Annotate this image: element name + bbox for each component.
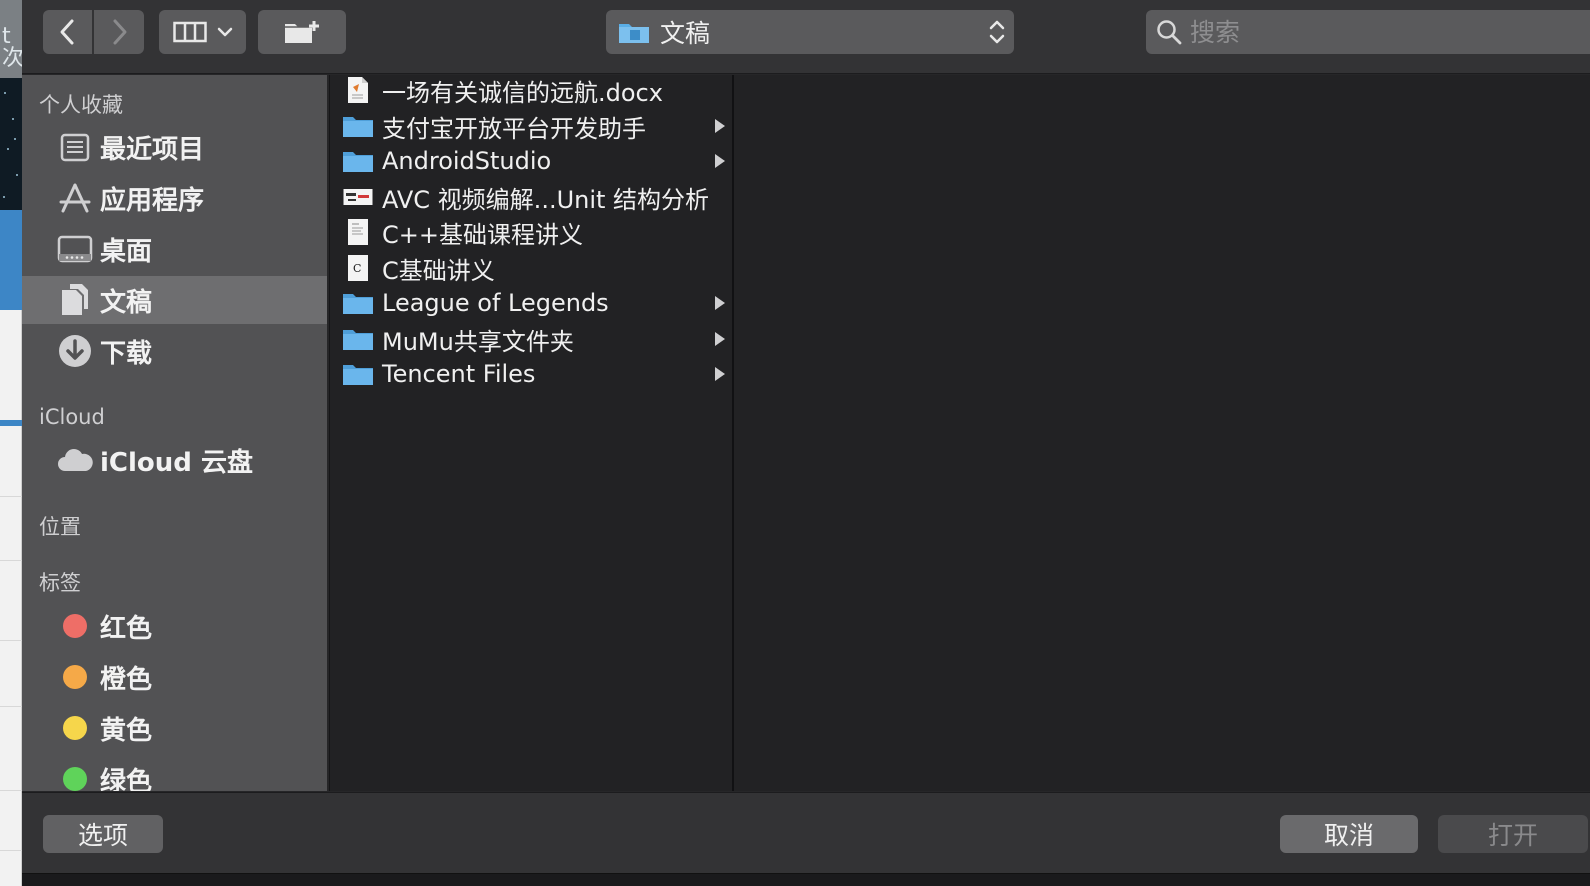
disclosure-arrow-icon (715, 367, 725, 381)
folder-icon (342, 359, 374, 389)
tag-color-dot (63, 767, 87, 791)
sidebar-item-documents[interactable]: 文稿 (22, 276, 327, 324)
tag-color-dot (63, 614, 87, 638)
folder-icon (342, 146, 374, 176)
sidebar: 个人收藏 最近项目 应用程序 桌面 文稿 下载 iCloud iCloud 云盘… (22, 75, 327, 791)
documents-folder-icon (619, 24, 649, 43)
desktop-background-strip: t 次 (0, 0, 24, 886)
columns-view-icon (172, 21, 207, 43)
dialog-toolbar: 文稿 (22, 0, 1590, 74)
file-name: League of Legends (382, 289, 609, 317)
desktop-window-fragment (0, 420, 22, 426)
folder-row[interactable]: AndroidStudio (330, 143, 733, 179)
sidebar-item-label: iCloud 云盘 (100, 447, 253, 478)
desktop-icon (56, 230, 94, 268)
sidebar-section-locations: 位置 (39, 515, 81, 539)
open-file-dialog: 文稿 个人收藏 最近项目 应用程序 桌面 (22, 0, 1590, 874)
folder-row[interactable]: Tencent Files (330, 356, 733, 392)
desktop-edge-text: t 次 (0, 0, 24, 78)
sidebar-item-recents[interactable]: 最近项目 (22, 123, 327, 171)
location-label: 文稿 (660, 19, 711, 48)
sidebar-section-icloud: iCloud (39, 405, 105, 429)
downloads-icon (56, 332, 94, 370)
file-row[interactable]: AVC 视频编解...Unit 结构分析 (330, 179, 733, 215)
tag-color-dot (63, 665, 87, 689)
folder-row[interactable]: MuMu共享文件夹 (330, 321, 733, 357)
cloud-icon (56, 441, 94, 479)
document-file-icon: C (342, 253, 374, 283)
svg-text:C: C (353, 262, 361, 275)
file-row[interactable]: 一场有关诚信的远航.docx (330, 72, 733, 108)
chevron-down-icon (217, 27, 232, 37)
sidebar-item-applications[interactable]: 应用程序 (22, 174, 327, 222)
folder-icon (342, 111, 374, 141)
disclosure-arrow-icon (715, 119, 725, 133)
sidebar-tag-red[interactable]: 红色 (22, 602, 327, 650)
tag-color-dot (63, 716, 87, 740)
sidebar-section-tags: 标签 (39, 571, 81, 595)
location-popup[interactable]: 文稿 (606, 10, 1014, 54)
search-input[interactable] (1190, 17, 1570, 47)
document-file-icon (342, 217, 374, 247)
forward-button[interactable] (94, 10, 144, 54)
file-name: C基础讲义 (382, 256, 495, 285)
dialog-bottom-bar: 选项 取消 打开 (22, 792, 1590, 873)
sidebar-item-label: 黄色 (100, 715, 153, 746)
updown-chevron-icon (989, 20, 1005, 44)
file-column: 一场有关诚信的远航.docx 支付宝开放平台开发助手 AndroidStudio… (329, 75, 732, 791)
chevron-left-icon (60, 19, 73, 45)
file-name: AndroidStudio (382, 147, 552, 175)
folder-row[interactable]: 支付宝开放平台开发助手 (330, 108, 733, 144)
file-name: AVC 视频编解...Unit 结构分析 (382, 185, 710, 214)
new-folder-button[interactable] (258, 10, 346, 54)
sidebar-item-desktop[interactable]: 桌面 (22, 225, 327, 273)
disclosure-arrow-icon (715, 296, 725, 310)
new-folder-icon (285, 21, 319, 43)
view-options-button[interactable] (159, 10, 246, 54)
open-button[interactable]: 打开 (1438, 815, 1588, 853)
sidebar-item-label: 应用程序 (100, 185, 205, 216)
sidebar-tag-yellow[interactable]: 黄色 (22, 704, 327, 752)
back-button[interactable] (43, 10, 92, 54)
sidebar-item-label: 红色 (100, 613, 153, 644)
folder-icon (342, 288, 374, 318)
sidebar-item-label: 绿色 (100, 766, 153, 792)
sidebar-item-label: 橙色 (100, 664, 153, 695)
search-icon (1157, 20, 1182, 45)
sidebar-tag-orange[interactable]: 橙色 (22, 653, 327, 701)
disclosure-arrow-icon (715, 154, 725, 168)
folder-row[interactable]: League of Legends (330, 285, 733, 321)
file-row[interactable]: C++基础课程讲义 (330, 214, 733, 250)
sidebar-tag-green[interactable]: 绿色 (22, 755, 327, 791)
sidebar-item-label: 最近项目 (100, 134, 205, 165)
file-name: C++基础课程讲义 (382, 220, 583, 249)
disclosure-arrow-icon (715, 332, 725, 346)
folder-icon (342, 324, 374, 354)
file-name: 支付宝开放平台开发助手 (382, 114, 646, 143)
desktop-window-fragment (0, 210, 22, 310)
sidebar-item-downloads[interactable]: 下载 (22, 327, 327, 375)
empty-preview-column (734, 75, 1590, 791)
recents-icon (56, 128, 94, 166)
chevron-right-icon (113, 19, 127, 45)
sidebar-section-favorites: 个人收藏 (39, 93, 123, 117)
docx-file-icon (342, 75, 374, 105)
sidebar-item-icloud-drive[interactable]: iCloud 云盘 (22, 436, 327, 484)
desktop-wallpaper (0, 78, 22, 210)
documents-icon (56, 281, 94, 319)
file-name: 一场有关诚信的远航.docx (382, 78, 663, 107)
sidebar-item-label: 下载 (100, 338, 153, 369)
file-name: MuMu共享文件夹 (382, 327, 574, 356)
options-button[interactable]: 选项 (43, 815, 163, 853)
file-name: Tencent Files (382, 360, 536, 388)
sidebar-item-label: 文稿 (100, 287, 153, 318)
cancel-button[interactable]: 取消 (1280, 815, 1418, 853)
image-file-icon (342, 182, 374, 212)
applications-icon (56, 179, 94, 217)
sidebar-item-label: 桌面 (100, 236, 153, 267)
file-row[interactable]: C C基础讲义 (330, 250, 733, 286)
search-field[interactable] (1146, 10, 1590, 54)
